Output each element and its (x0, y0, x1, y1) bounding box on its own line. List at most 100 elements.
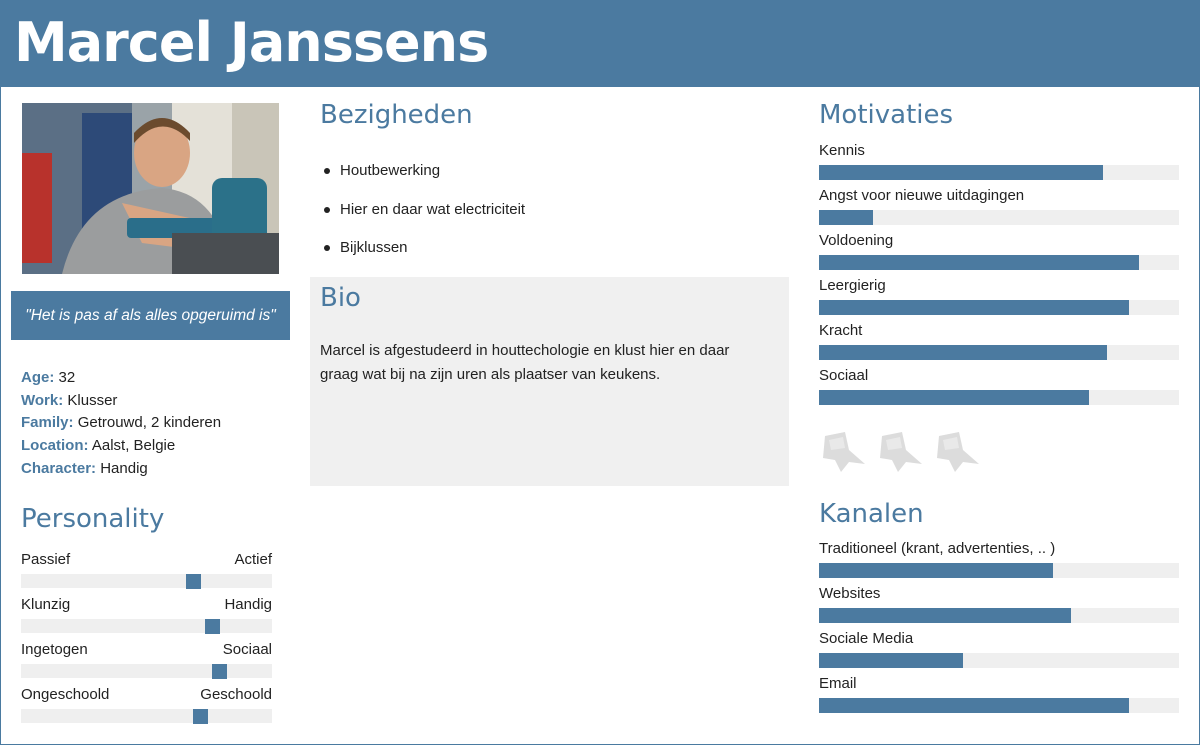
activity-label: Hier en daar wat electriciteit (340, 200, 526, 218)
motivation-meter: Kracht (819, 321, 1179, 360)
trait-right-label: Handig (224, 596, 272, 613)
activity-label: Houtbewerking (340, 162, 441, 179)
channel-label: Email (819, 675, 857, 692)
motivation-meter: Voldoening (819, 231, 1179, 270)
channels-title: Kanalen (819, 499, 924, 529)
list-item: Houtbewerking (322, 159, 525, 198)
personality-title: Personality (21, 504, 165, 534)
info-label: Character: (21, 459, 97, 477)
persona-photo (22, 103, 279, 274)
trait-left-label: Ongeschoold (21, 686, 110, 703)
bio-panel: Bio Marcel is afgestudeerd in houttechol… (310, 277, 789, 486)
info-location: Location: Aalst, Belgie (21, 435, 221, 458)
info-value: Handig (100, 459, 148, 477)
motivation-label: Voldoening (819, 232, 894, 249)
meter-track (819, 653, 1179, 668)
meter-fill (819, 608, 1071, 623)
trait-left-label: Passief (21, 551, 71, 568)
meter-fill (819, 390, 1089, 405)
channel-meter: Email (819, 674, 1179, 713)
motivation-label: Leergierig (819, 277, 886, 294)
meter-fill (819, 210, 873, 225)
trait-slider-handle (193, 709, 208, 724)
meter-fill (819, 165, 1104, 180)
meter-track (819, 300, 1179, 315)
meter-track (819, 255, 1179, 270)
motivation-label: Kracht (819, 322, 863, 339)
fake-crow-logo-icon (933, 430, 981, 474)
meter-track (819, 698, 1179, 713)
channel-meter: Websites (819, 584, 1179, 623)
meter-fill (819, 563, 1053, 578)
trait-slider-handle (205, 619, 220, 634)
motivation-meter: Angst voor nieuwe uitdagingen (819, 186, 1179, 225)
motivation-label: Kennis (819, 142, 865, 159)
fake-crow-logo-icon (876, 430, 924, 474)
channel-label: Websites (819, 585, 881, 602)
info-label: Location: (21, 437, 89, 455)
meter-track (819, 608, 1179, 623)
bullet-icon (324, 168, 330, 174)
meter-track (819, 345, 1179, 360)
info-value: Getrouwd, 2 kinderen (77, 414, 222, 432)
trait-track (21, 709, 272, 724)
persona-name: Marcel Janssens (14, 11, 489, 74)
activities-title: Bezigheden (320, 100, 473, 130)
channel-meter: Sociale Media (819, 629, 1179, 668)
fake-crow-logo-icon (819, 430, 867, 474)
motivation-meter: Kennis (819, 141, 1179, 180)
trait-left-label: Ingetogen (21, 641, 88, 658)
info-label: Work: (21, 391, 64, 409)
info-family: Family: Getrouwd, 2 kinderen (21, 412, 221, 435)
info-value: 32 (58, 369, 76, 386)
meter-fill (819, 300, 1129, 315)
header: Marcel Janssens (0, 0, 1200, 87)
meter-track (819, 165, 1179, 180)
trait-left-label: Klunzig (21, 596, 71, 613)
info-label: Family: (21, 414, 74, 432)
info-work: Work: Klusser (21, 390, 221, 413)
trait-track (21, 619, 272, 634)
personality-trait: Klunzig Handig (21, 595, 272, 634)
activities-list: Houtbewerking Hier en daar wat electrici… (322, 159, 525, 275)
info-value: Aalst, Belgie (91, 437, 176, 455)
bio-title: Bio (320, 283, 361, 313)
brand-logos (819, 430, 981, 474)
persona-info: Age: 32 Work: Klusser Family: Getrouwd, … (21, 367, 221, 481)
meter-fill (819, 345, 1107, 360)
motivations-title: Motivaties (819, 100, 954, 130)
personality-trait: Passief Actief (21, 550, 272, 589)
trait-slider-handle (186, 574, 201, 589)
meter-track (819, 210, 1179, 225)
bio-text: Marcel is afgestudeerd in houttechologie… (320, 342, 730, 383)
trait-track (21, 664, 272, 679)
motivation-meter: Sociaal (819, 366, 1179, 405)
motivation-label: Angst voor nieuwe uitdagingen (819, 187, 1025, 204)
info-character: Character: Handig (21, 458, 221, 481)
meter-track (819, 390, 1179, 405)
motivation-meter: Leergierig (819, 276, 1179, 315)
trait-right-label: Geschoold (200, 686, 272, 703)
trait-right-label: Sociaal (222, 641, 272, 658)
persona-quote: "Het is pas af als alles opgeruimd is" (11, 291, 290, 340)
info-age: Age: 32 (21, 367, 221, 390)
trait-right-label: Actief (234, 551, 272, 568)
meter-fill (819, 698, 1129, 713)
trait-track (21, 574, 272, 589)
info-label: Age: (21, 369, 55, 386)
motivation-label: Sociaal (819, 367, 869, 384)
meter-track (819, 563, 1179, 578)
trait-slider-handle (212, 664, 227, 679)
meter-fill (819, 255, 1140, 270)
personality-trait: Ingetogen Sociaal (21, 640, 272, 679)
channel-label: Sociale Media (819, 630, 914, 647)
info-value: Klusser (67, 391, 118, 409)
bullet-icon (324, 245, 330, 251)
channel-label: Traditioneel (krant, advertenties, .. ) (819, 540, 1056, 557)
activity-label: Bijklussen (340, 239, 408, 256)
personality-trait: Ongeschoold Geschoold (21, 685, 272, 724)
list-item: Hier en daar wat electriciteit (322, 198, 525, 237)
bullet-icon (324, 206, 330, 213)
meter-fill (819, 653, 963, 668)
list-item: Bijklussen (322, 236, 525, 275)
